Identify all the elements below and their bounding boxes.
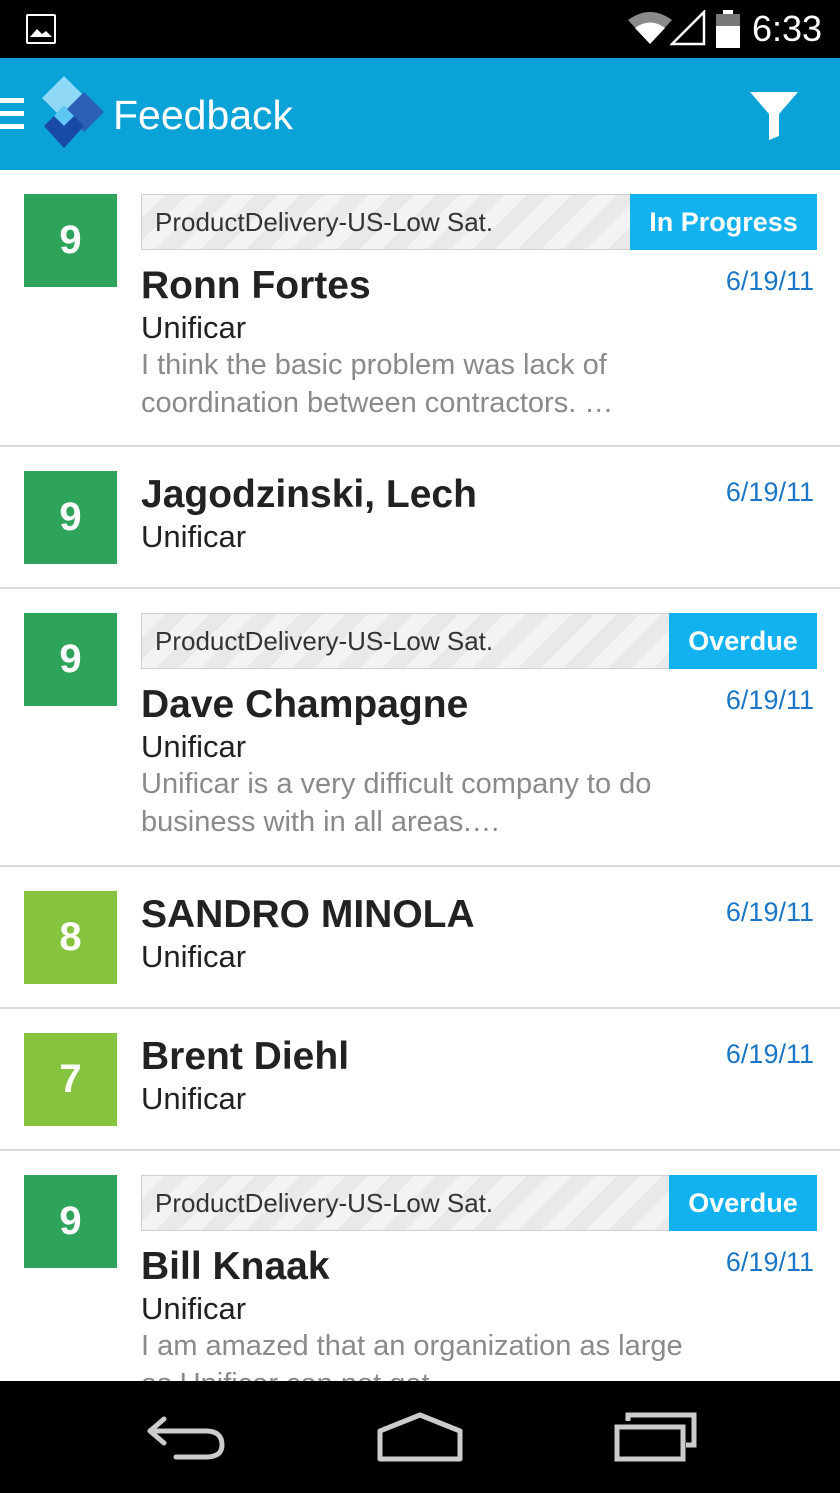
score-badge: 7	[24, 1033, 117, 1126]
comment-line: business with in all areas.…	[141, 806, 501, 838]
comment-line: I think the basic problem was lack of	[141, 349, 607, 381]
case-tag-label: ProductDelivery-US-Low Sat.	[155, 1188, 494, 1218]
score-badge: 9	[24, 471, 117, 564]
company-name: Unificar	[141, 939, 247, 974]
feedback-row[interactable]: 9 Jagodzinski, Lech 6/19/11 Unificar	[0, 447, 840, 589]
case-tag-label: ProductDelivery-US-Low Sat.	[155, 207, 494, 237]
score-badge: 9	[24, 194, 117, 287]
status-badge: Overdue	[669, 1175, 817, 1231]
case-tag: ProductDelivery-US-Low Sat. Overdue	[141, 1175, 817, 1231]
customer-name: Jagodzinski, Lech	[141, 473, 477, 516]
feedback-row[interactable]: 9 ProductDelivery-US-Low Sat. Overdue Bi…	[0, 1151, 840, 1381]
company-name: Unificar	[141, 1291, 247, 1326]
battery-icon	[716, 10, 740, 48]
feedback-date: 6/19/11	[725, 1039, 814, 1069]
home-icon[interactable]	[376, 1411, 464, 1463]
customer-name: Brent Diehl	[141, 1035, 350, 1078]
feedback-date: 6/19/11	[725, 1247, 814, 1277]
back-icon[interactable]	[146, 1411, 228, 1461]
company-name: Unificar	[141, 1081, 247, 1116]
company-name: Unificar	[141, 310, 247, 345]
customer-name: Dave Champagne	[141, 683, 469, 726]
comment-line: Unificar is a very difficult company to …	[141, 768, 652, 800]
comment-line: as Unificar can not get	[141, 1365, 741, 1381]
recents-icon[interactable]	[614, 1411, 698, 1463]
app-logo-icon[interactable]	[42, 76, 106, 150]
feedback-date: 6/19/11	[725, 897, 814, 927]
status-badge: Overdue	[669, 613, 817, 669]
comment-preview: Unificar is a very difficult company to …	[141, 765, 721, 841]
navigation-bar	[0, 1381, 840, 1493]
menu-icon[interactable]	[0, 98, 24, 130]
status-badge: In Progress	[630, 194, 817, 250]
feedback-date: 6/19/11	[725, 477, 814, 507]
feedback-date: 6/19/11	[725, 685, 814, 715]
feedback-row[interactable]: 9 ProductDelivery-US-Low Sat. In Progres…	[0, 170, 840, 447]
app-bar: Feedback	[0, 58, 840, 170]
customer-name: SANDRO MINOLA	[141, 893, 475, 936]
feedback-date: 6/19/11	[725, 266, 814, 296]
gallery-icon	[26, 14, 56, 44]
wifi-icon	[628, 12, 672, 44]
feedback-row[interactable]: 7 Brent Diehl 6/19/11 Unificar	[0, 1009, 840, 1151]
comment-preview: I think the basic problem was lack of co…	[141, 346, 701, 422]
filter-icon[interactable]	[748, 88, 800, 140]
comment-line: I am amazed that an organization as larg…	[141, 1330, 683, 1362]
feedback-row[interactable]: 8 SANDRO MINOLA 6/19/11 Unificar	[0, 867, 840, 1009]
company-name: Unificar	[141, 729, 247, 764]
customer-name: Ronn Fortes	[141, 264, 371, 307]
score-badge: 8	[24, 891, 117, 984]
score-badge: 9	[24, 1175, 117, 1268]
status-time: 6:33	[752, 8, 823, 49]
comment-preview: I am amazed that an organization as larg…	[141, 1327, 741, 1381]
app-title: Feedback	[113, 92, 294, 138]
score-badge: 9	[24, 613, 117, 706]
signal-icon	[670, 10, 706, 46]
feedback-list: 9 ProductDelivery-US-Low Sat. In Progres…	[0, 170, 840, 1381]
case-tag: ProductDelivery-US-Low Sat. In Progress	[141, 194, 817, 250]
feedback-row[interactable]: 9 ProductDelivery-US-Low Sat. Overdue Da…	[0, 589, 840, 867]
case-tag: ProductDelivery-US-Low Sat. Overdue	[141, 613, 817, 669]
company-name: Unificar	[141, 519, 247, 554]
case-tag-label: ProductDelivery-US-Low Sat.	[155, 626, 494, 656]
comment-line: coordination between contractors. …	[141, 387, 614, 419]
customer-name: Bill Knaak	[141, 1245, 330, 1288]
status-bar: 6:33	[0, 0, 840, 58]
